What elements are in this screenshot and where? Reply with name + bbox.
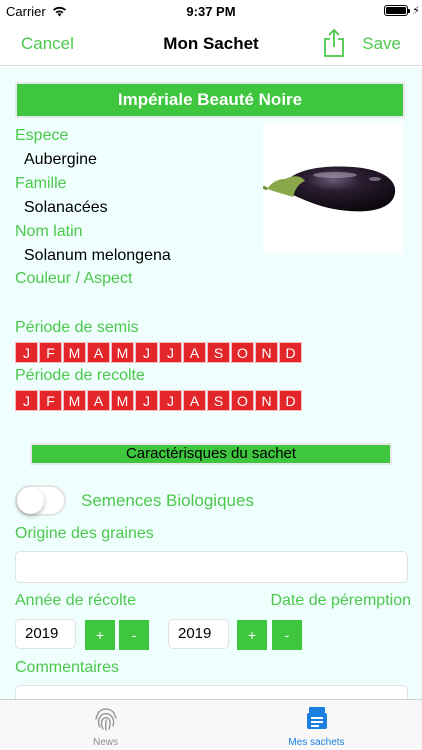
recolte-month[interactable]: J <box>135 390 158 411</box>
save-button[interactable]: Save <box>362 34 401 54</box>
annee-recolte-label: Année de récolte <box>15 592 136 609</box>
tab-news-label: News <box>92 737 118 748</box>
battery-icon <box>384 5 410 16</box>
origine-input[interactable] <box>15 551 408 583</box>
periode-recolte-label: Période de recolte <box>15 367 145 384</box>
eggplant-image <box>262 166 396 212</box>
famille-label: Famille <box>15 175 67 192</box>
recolte-month[interactable]: J <box>15 390 38 411</box>
semis-month[interactable]: J <box>135 342 158 363</box>
semis-month[interactable]: O <box>231 342 254 363</box>
share-icon[interactable] <box>322 28 346 58</box>
periode-semis-label: Période de semis <box>15 319 139 336</box>
annee-recolte-field[interactable]: 2019 <box>15 619 76 649</box>
commentaires-label: Commentaires <box>15 659 120 676</box>
semis-month[interactable]: D <box>279 342 302 363</box>
tab-news[interactable]: News <box>0 700 211 750</box>
peremption-decrement-button[interactable]: - <box>272 620 302 650</box>
plant-name-banner: Impériale Beauté Noire <box>15 82 405 118</box>
recolte-month[interactable]: N <box>255 390 278 411</box>
semis-months: J F M A M J J A S O N D <box>15 342 302 363</box>
charging-bolt-icon: ⚡ <box>412 5 420 17</box>
semis-month[interactable]: A <box>87 342 110 363</box>
tab-bar: News Mes sachets <box>0 699 422 750</box>
recolte-month[interactable]: O <box>231 390 254 411</box>
espece-label: Espece <box>15 127 69 144</box>
recolte-month[interactable]: J <box>159 390 182 411</box>
recolte-month[interactable]: S <box>207 390 230 411</box>
sachet-section-header: Caractérisques du sachet <box>30 443 392 465</box>
semis-month[interactable]: A <box>183 342 206 363</box>
fingerprint-icon <box>95 708 117 731</box>
famille-value: Solanacées <box>24 199 108 216</box>
sachet-form[interactable]: Impériale Beauté Noire Espece Aubergine … <box>0 67 422 699</box>
semis-month[interactable]: S <box>207 342 230 363</box>
nom-latin-value: Solanum melongena <box>24 247 171 264</box>
commentaires-input[interactable] <box>15 685 408 699</box>
nom-latin-label: Nom latin <box>15 223 83 240</box>
semis-month[interactable]: J <box>159 342 182 363</box>
semis-month[interactable]: N <box>255 342 278 363</box>
plant-photo <box>262 123 403 253</box>
recolte-month[interactable]: M <box>63 390 86 411</box>
tab-mes-sachets-label: Mes sachets <box>288 737 345 748</box>
bio-label: Semences Biologiques <box>81 491 254 510</box>
annee-increment-button[interactable]: + <box>85 620 115 650</box>
semis-month[interactable]: J <box>15 342 38 363</box>
semis-month[interactable]: M <box>63 342 86 363</box>
semis-month[interactable]: F <box>39 342 62 363</box>
espece-value: Aubergine <box>24 151 97 168</box>
status-bar: Carrier 9:37 PM ⚡ <box>0 0 422 22</box>
recolte-month[interactable]: F <box>39 390 62 411</box>
navigation-bar: Cancel Mon Sachet Save <box>0 22 422 66</box>
recolte-month[interactable]: D <box>279 390 302 411</box>
page-title: Mon Sachet <box>163 34 259 53</box>
status-time: 9:37 PM <box>186 4 236 19</box>
semis-month[interactable]: M <box>111 342 134 363</box>
recolte-month[interactable]: A <box>87 390 110 411</box>
bio-toggle[interactable] <box>15 485 66 516</box>
recolte-months: J F M A M J J A S O N D <box>15 390 302 411</box>
seed-packet-icon <box>307 707 327 729</box>
origine-label: Origine des graines <box>15 525 154 542</box>
recolte-month[interactable]: A <box>183 390 206 411</box>
peremption-field[interactable]: 2019 <box>168 619 229 649</box>
annee-decrement-button[interactable]: - <box>119 620 149 650</box>
tab-mes-sachets[interactable]: Mes sachets <box>211 700 422 750</box>
recolte-month[interactable]: M <box>111 390 134 411</box>
date-peremption-label: Date de péremption <box>270 592 411 609</box>
couleur-aspect-label: Couleur / Aspect <box>15 270 133 287</box>
peremption-increment-button[interactable]: + <box>237 620 267 650</box>
toggle-knob <box>17 487 44 514</box>
